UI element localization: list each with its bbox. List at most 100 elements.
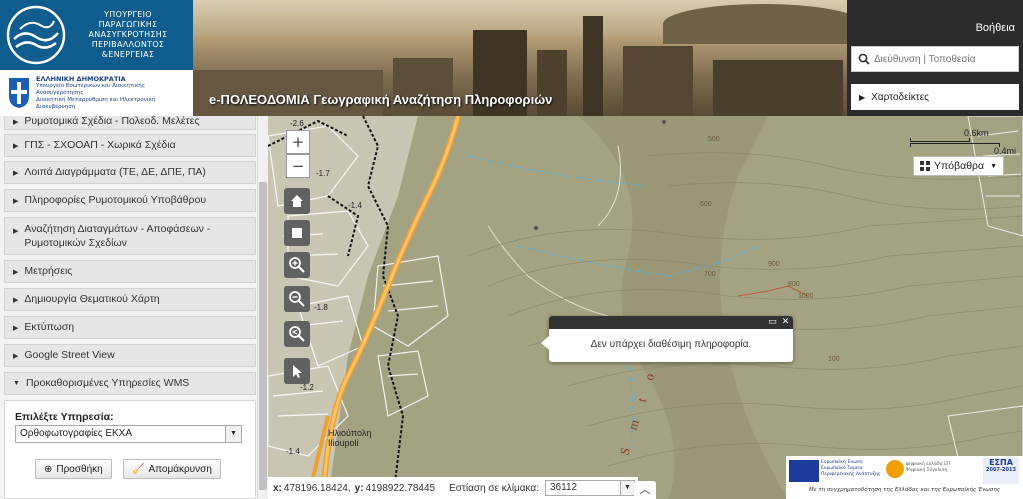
sidebar-item-base-info[interactable]: ▶ Πληροφορίες Ρυμοτομικού Υποβάθρου	[4, 189, 256, 212]
sidebar-item-measurements[interactable]: ▶ Μετρήσεις	[4, 260, 256, 283]
basemap-label: Υπόβαθρα	[934, 160, 985, 172]
help-link[interactable]: Βοήθεια	[976, 22, 1015, 34]
coord-x-label: x:	[273, 482, 282, 494]
svg-text:-1.4: -1.4	[286, 447, 300, 456]
zoom-out-icon	[289, 291, 305, 307]
svg-text:700: 700	[704, 271, 716, 278]
svg-text:500: 500	[708, 136, 720, 143]
chevron-right-icon: ▶	[13, 143, 19, 150]
sidebar: ▶ Ρυμοτομικά Σχέδια - Πολεοδ. Μελέτες ▶ …	[0, 116, 268, 499]
sidebar-item-thematic-map[interactable]: ▶ Δημιουργία Θεματικού Χάρτη	[4, 288, 256, 311]
maximize-icon[interactable]: ▭	[767, 317, 778, 328]
chevron-right-icon: ▶	[13, 297, 19, 304]
map-view[interactable]: 500 600 700 800 900 1000 100 -2.6 -1.7 -…	[268, 116, 1023, 499]
government-text: ΕΛΛΗΝΙΚΗ ΔΗΜΟΚΡΑΤΙΑ Υπουργείο Εσωτερικών…	[36, 74, 156, 110]
minus-icon: −	[291, 157, 305, 175]
chevron-right-icon: ▶	[859, 92, 866, 102]
home-extent-button[interactable]	[284, 188, 310, 214]
chevron-right-icon: ▶	[13, 119, 19, 126]
scale-km-label: 0.6km	[964, 128, 989, 138]
header: ΥΠΟΥΡΓΕΙΟ ΠΑΡΑΓΩΓΙΚΗΣ ΑΝΑΣΥΓΚΡΟΤΗΣΗΣ ΠΕΡ…	[0, 0, 1023, 116]
chevron-up-icon: ︿	[639, 483, 651, 496]
expand-panel-button[interactable]: ︿	[634, 481, 656, 499]
sidebar-item-decree-search[interactable]: ▶ Αναζήτηση Διαταγμάτων - Αποφάσεων - Ρυ…	[4, 217, 256, 255]
search-icon	[858, 53, 870, 65]
zoom-out-box-button[interactable]	[284, 286, 310, 312]
chevron-right-icon: ▶	[13, 198, 19, 205]
address-search[interactable]	[851, 46, 1019, 72]
svg-text:600: 600	[700, 201, 712, 208]
coordinates-bar: x: 478196.18424, y: 4198922.78445 Εστίασ…	[268, 477, 638, 499]
broom-icon: 🧹	[132, 463, 145, 475]
chevron-right-icon: ▶	[13, 353, 19, 360]
place-label-ilioupoli-latin: Ilioupoli	[328, 438, 359, 448]
zoom-in-box-button[interactable]	[284, 252, 310, 278]
bookmarks-button[interactable]: ▶ Χαρτοδείκτες	[851, 84, 1019, 110]
sidebar-item-other-diagrams[interactable]: ▶ Λοιπά Διαγράμματα (ΤΕ, ΔΕ, ΔΠΕ, ΠΑ)	[4, 161, 256, 184]
wms-selected-value: Ορθοφωτογραφίες ΕΚΧΑ	[20, 428, 133, 439]
svg-text:-1.2: -1.2	[300, 383, 314, 392]
sidebar-scrollbar[interactable]	[257, 116, 268, 499]
sidebar-item-wms[interactable]: ▼ Προκαθορισμένες Υπηρεσίες WMS	[4, 372, 256, 395]
popup-message: Δεν υπάρχει διαθέσιμη πληροφορία.	[590, 339, 752, 350]
svg-text:-1.8: -1.8	[314, 303, 328, 312]
home-icon	[291, 195, 303, 207]
zoom-in-icon	[289, 257, 305, 273]
grid-icon	[920, 161, 930, 171]
bookmarks-label: Χαρτοδείκτες	[871, 91, 929, 103]
espa-logo: ΕΣΠΑ 2007-2013	[983, 458, 1019, 484]
scale-mi-label: 0.4mi	[994, 146, 1017, 156]
zoom-previous-icon	[289, 326, 305, 342]
sidebar-item-zoning-plans[interactable]: ▶ Ρυμοτομικά Σχέδια - Πολεοδ. Μελέτες	[4, 116, 256, 130]
zoom-in-button[interactable]: +	[286, 130, 310, 154]
scrollbar-thumb[interactable]	[259, 182, 267, 490]
svg-text:1000: 1000	[798, 293, 814, 300]
scale-select[interactable]: 36112 ▼	[545, 480, 635, 496]
chevron-right-icon: ▶	[13, 325, 19, 332]
sidebar-item-print[interactable]: ▶ Εκτύπωση	[4, 316, 256, 339]
previous-extent-button[interactable]	[284, 321, 310, 347]
map-canvas[interactable]: 500 600 700 800 900 1000 100 -2.6 -1.7 -…	[268, 116, 1023, 499]
digital-greece-text: ψηφιακή ελλάδα ΕΠ Ψηφιακή Σύγκλιση	[906, 462, 951, 473]
svg-text:-1.4: -1.4	[348, 201, 362, 210]
zoom-out-button[interactable]: −	[286, 154, 310, 178]
place-label-ilioupoli: Ηλιούπολη	[328, 428, 371, 438]
close-icon[interactable]: ✕	[780, 317, 791, 328]
ministry-name: ΥΠΟΥΡΓΕΙΟ ΠΑΡΑΓΩΓΙΚΗΣ ΑΝΑΣΥΓΚΡΟΤΗΣΗΣ ΠΕΡ…	[88, 10, 168, 59]
ministry-logo[interactable]: ΥΠΟΥΡΓΕΙΟ ΠΑΡΑΓΩΓΙΚΗΣ ΑΝΑΣΥΓΚΡΟΤΗΣΗΣ ΠΕΡ…	[0, 0, 193, 70]
add-wms-button[interactable]: ⊕ Προσθήκη	[35, 459, 112, 479]
search-input[interactable]	[874, 53, 1014, 65]
chevron-down-icon: ▼	[990, 162, 998, 170]
greek-crest-icon	[9, 78, 29, 108]
chevron-right-icon: ▶	[13, 170, 19, 177]
remove-wms-button[interactable]: 🧹 Απομάκρυνση	[123, 459, 221, 479]
coord-y-label: y:	[354, 482, 364, 494]
svg-text:-1.7: -1.7	[316, 169, 330, 178]
wms-panel: Επιλέξτε Υπηρεσία: Ορθοφωτογραφίες ΕΚΧΑ …	[4, 400, 256, 499]
wms-service-select[interactable]: Ορθοφωτογραφίες ΕΚΧΑ ▼	[15, 425, 242, 443]
svg-text:100: 100	[828, 356, 840, 363]
svg-text:-2.6: -2.6	[290, 119, 304, 128]
header-banner: e-ΠΟΛΕΟΔΟΜΙΑ Γεωγραφική Αναζήτηση Πληροφ…	[193, 0, 847, 116]
layers-icon	[292, 228, 302, 238]
svg-text:900: 900	[768, 261, 780, 268]
eu-text: Ευρωπαϊκή Ένωση Ευρωπαϊκό Ταμείο Περιφερ…	[821, 460, 881, 477]
basemap-dropdown[interactable]: Υπόβαθρα ▼	[913, 156, 1005, 176]
scale-value: 36112	[550, 482, 578, 493]
wms-select-label: Επιλέξτε Υπηρεσία:	[15, 411, 114, 423]
chevron-down-icon: ▼	[13, 380, 20, 387]
coord-x-value: 478196.18424,	[283, 482, 351, 494]
digital-greece-logo-icon	[886, 460, 904, 478]
layers-button[interactable]	[284, 220, 310, 246]
select-pointer-button[interactable]	[284, 358, 310, 384]
cofinance-text: Με τη συγχρηματοδότηση της Ελλάδας και τ…	[808, 487, 1001, 493]
sidebar-item-gps[interactable]: ▶ ΓΠΣ - ΣΧΟΟΑΠ - Χωρικά Σχέδια	[4, 134, 256, 157]
government-logo[interactable]: ΕΛΛΗΝΙΚΗ ΔΗΜΟΚΡΑΤΙΑ Υπουργείο Εσωτερικών…	[0, 70, 193, 116]
eu-flag-icon	[789, 460, 819, 482]
dropdown-arrow-icon[interactable]: ▼	[620, 481, 634, 495]
dropdown-arrow-icon[interactable]: ▼	[225, 426, 241, 442]
sidebar-item-street-view[interactable]: ▶ Google Street View	[4, 344, 256, 367]
app-title: e-ΠΟΛΕΟΔΟΜΙΑ Γεωγραφική Αναζήτηση Πληροφ…	[209, 92, 553, 107]
map-scale-bar: 0.6km 0.4mi	[910, 124, 1020, 156]
ministry-emblem-icon	[6, 5, 66, 65]
